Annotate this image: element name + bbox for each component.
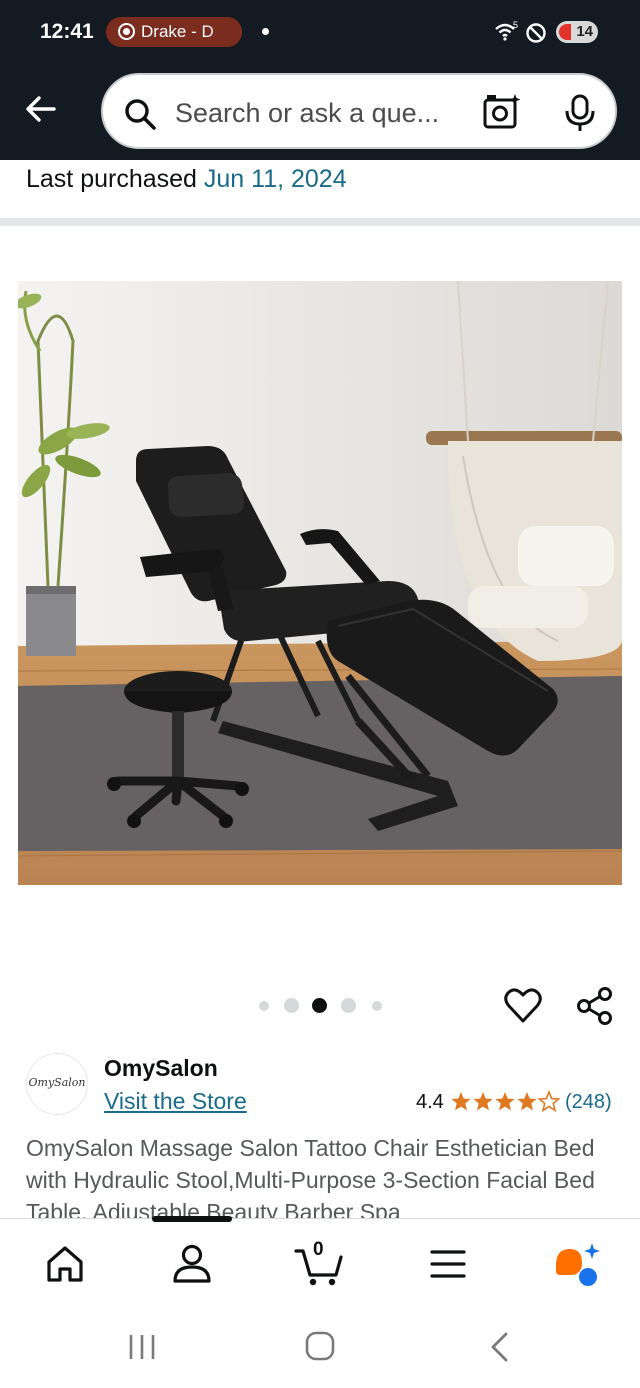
active-tab-indicator	[152, 1216, 232, 1222]
status-time: 12:41	[40, 20, 94, 43]
last-purchased-date[interactable]: Jun 11, 2024	[204, 165, 347, 193]
share-icon[interactable]	[575, 986, 615, 1026]
status-bar: 12:41 Drake - D 5 14	[0, 0, 640, 64]
home-button-icon[interactable]	[304, 1330, 336, 1362]
top-bar: 12:41 Drake - D 5 14	[0, 0, 640, 160]
battery-indicator: 14	[556, 21, 598, 43]
bottom-nav: 0	[0, 1216, 640, 1308]
cart-button[interactable]: 0	[294, 1239, 344, 1289]
last-purchased-label: Last purchased	[26, 165, 197, 193]
section-divider	[0, 218, 640, 226]
microphone-icon[interactable]	[562, 93, 598, 133]
notification-pill[interactable]: Drake - D	[106, 17, 242, 47]
carousel-dot-active[interactable]	[312, 998, 327, 1013]
system-navigation	[0, 1308, 640, 1388]
carousel-dot[interactable]	[284, 998, 299, 1013]
carousel-dot[interactable]	[341, 998, 356, 1013]
store-name: OmySalon	[104, 1055, 218, 1081]
account-icon[interactable]	[167, 1239, 217, 1289]
visit-store-link[interactable]: Visit the Store	[104, 1088, 247, 1115]
wifi-icon: 5	[495, 20, 518, 41]
music-icon	[118, 23, 135, 40]
notification-dot	[262, 28, 269, 35]
star-rating[interactable]	[450, 1090, 560, 1114]
battery-level: 14	[576, 23, 593, 40]
product-image[interactable]	[18, 281, 622, 885]
heart-icon[interactable]	[503, 987, 543, 1025]
notification-text: Drake - D	[141, 22, 214, 41]
carousel-dot[interactable]	[372, 1001, 382, 1011]
system-back-icon[interactable]	[486, 1331, 514, 1363]
camera-search-icon[interactable]	[481, 92, 523, 132]
do-not-disturb-icon	[526, 23, 546, 43]
product-title: OmySalon Massage Salon Tattoo Chair Esth…	[26, 1135, 595, 1218]
last-purchased: Last purchased Jun 11, 2024	[26, 165, 347, 194]
home-icon[interactable]	[40, 1239, 90, 1289]
wifi-band-label: 5	[513, 20, 518, 30]
store-logo[interactable]: OmySalon	[26, 1053, 88, 1115]
search-input[interactable]	[175, 93, 465, 133]
search-bar[interactable]	[101, 73, 617, 149]
review-count[interactable]: (248)	[565, 1091, 612, 1114]
recent-apps-icon[interactable]	[127, 1332, 157, 1362]
cart-count: 0	[313, 1239, 324, 1260]
rufus-icon[interactable]	[550, 1239, 600, 1289]
back-arrow-icon[interactable]	[22, 90, 60, 128]
rating-value: 4.4	[416, 1091, 444, 1113]
search-icon	[125, 99, 156, 130]
menu-icon[interactable]	[423, 1239, 473, 1289]
carousel-dot[interactable]	[259, 1001, 269, 1011]
